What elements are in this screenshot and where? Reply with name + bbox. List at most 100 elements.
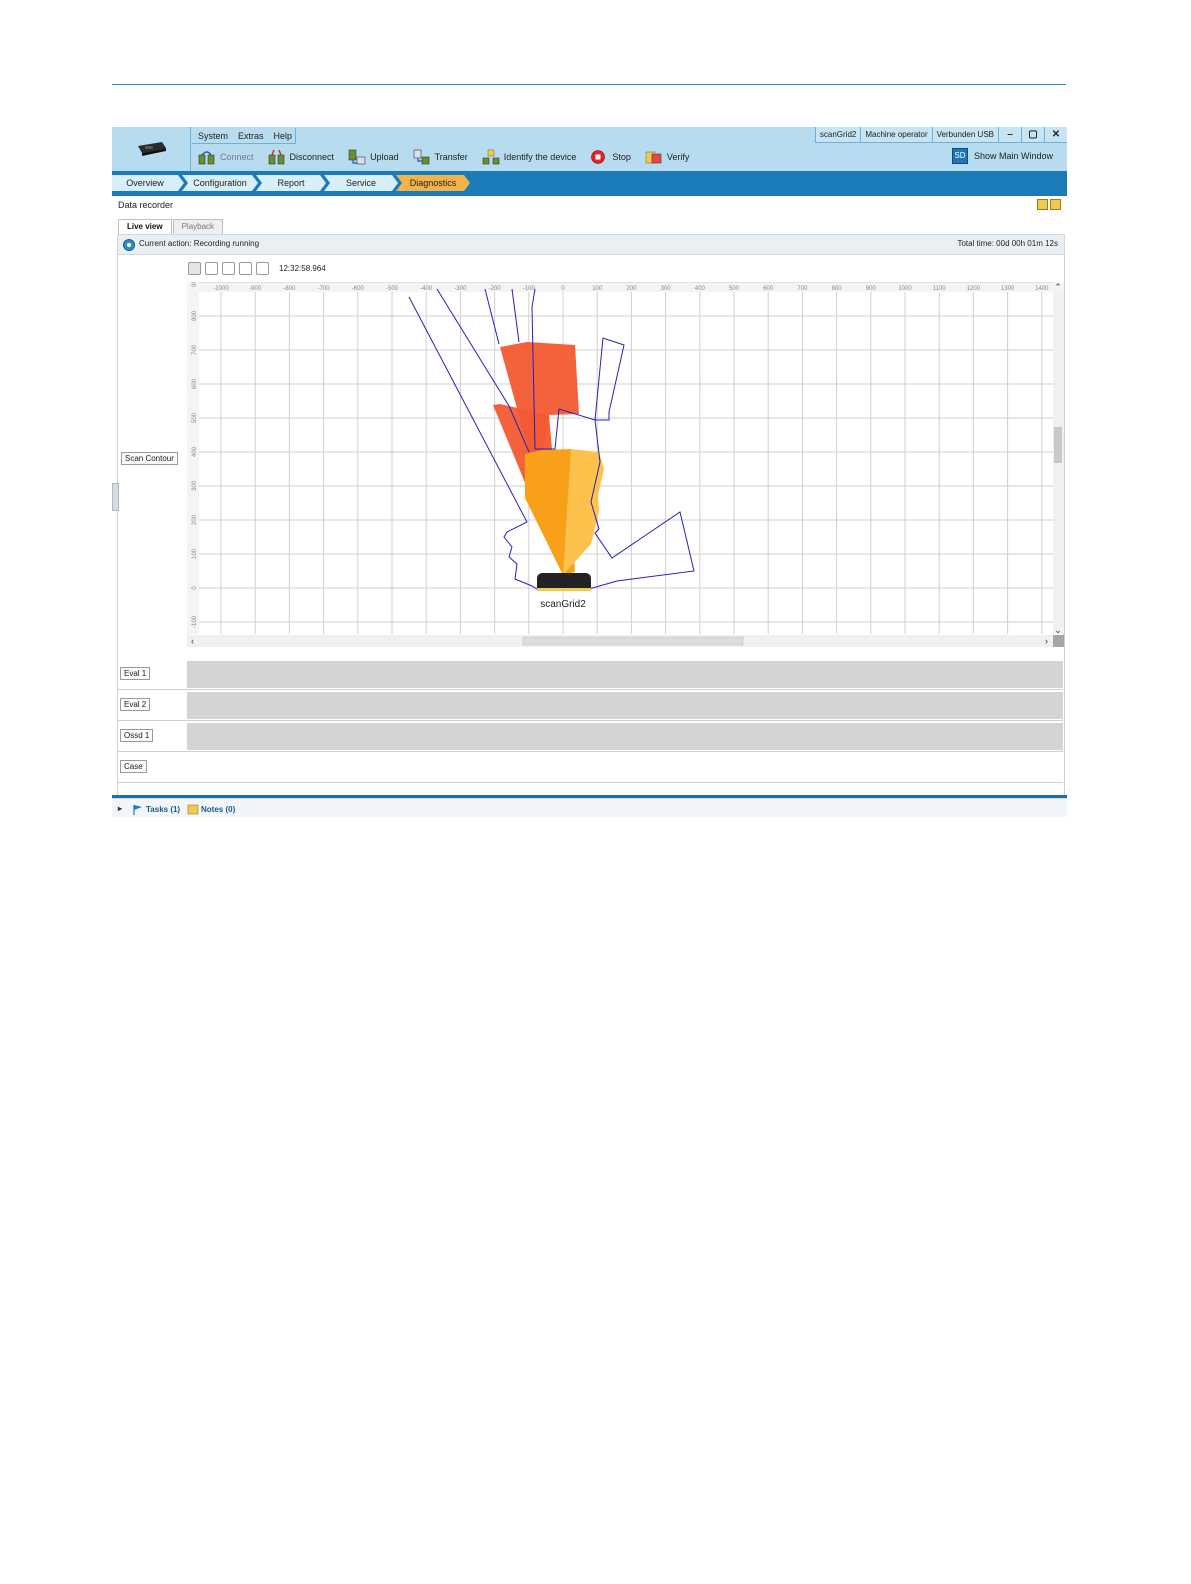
signal-track bbox=[187, 723, 1063, 750]
y-tick-label: -100 bbox=[192, 615, 198, 628]
zoom-reset-icon[interactable] bbox=[256, 262, 269, 275]
x-tick-label: 600 bbox=[763, 286, 774, 292]
x-tick-label: 800 bbox=[832, 286, 843, 292]
pan-hand-icon[interactable] bbox=[188, 262, 201, 275]
zoom-in-icon[interactable] bbox=[205, 262, 218, 275]
minimize-button[interactable]: – bbox=[998, 127, 1021, 143]
device-logo bbox=[112, 127, 191, 171]
nav-configuration[interactable]: Configuration bbox=[182, 175, 258, 191]
signal-rows: Eval 1 Eval 2 Ossd 1 Case bbox=[117, 659, 1063, 783]
scroll-up-icon[interactable]: ⌃ bbox=[1054, 282, 1062, 292]
connect-button[interactable]: Connect bbox=[198, 149, 254, 165]
x-tick-label: 400 bbox=[695, 286, 706, 292]
upload-icon bbox=[348, 149, 366, 165]
disconnect-button[interactable]: Disconnect bbox=[268, 149, 334, 165]
menu-help[interactable]: Help bbox=[274, 131, 293, 141]
horizontal-scroll-thumb[interactable] bbox=[522, 636, 744, 646]
scan-plot: -1000 -900 -800 -700 -600 -500 -400 -300 -200 -10… bbox=[186, 276, 1065, 648]
note-icon bbox=[187, 804, 199, 815]
x-tick-label: -800 bbox=[283, 286, 296, 292]
menu-extras[interactable]: Extras bbox=[238, 131, 264, 141]
nav-diagnostics[interactable]: Diagnostics bbox=[396, 175, 470, 191]
status-user-level[interactable]: Machine operator bbox=[860, 127, 932, 143]
x-tick-label: -200 bbox=[489, 286, 502, 292]
x-tick-label: 900 bbox=[866, 286, 877, 292]
transfer-button[interactable]: Transfer bbox=[413, 149, 468, 165]
scan-contour-button[interactable]: Scan Contour bbox=[121, 452, 178, 465]
status-strip: scanGrid2 Machine operator Verbunden USB… bbox=[814, 127, 1067, 143]
action-bar: Current action: Recording running Total … bbox=[117, 234, 1065, 255]
expand-icon[interactable]: ▸ bbox=[118, 804, 122, 813]
connect-label: Connect bbox=[220, 152, 254, 162]
x-tick-label: -1000 bbox=[213, 286, 229, 292]
disconnect-icon bbox=[268, 149, 286, 165]
eval1-button[interactable]: Eval 1 bbox=[120, 667, 151, 680]
x-tick-label: 1100 bbox=[933, 286, 947, 292]
app-header: System Extras Help scanGrid2 Machine ope… bbox=[112, 127, 1067, 171]
x-tick-label: 200 bbox=[626, 286, 637, 292]
current-action: Current action: Recording running bbox=[139, 239, 260, 248]
side-panel-handle[interactable] bbox=[112, 483, 119, 511]
x-tick-label: 300 bbox=[661, 286, 672, 292]
stop-label: Stop bbox=[612, 152, 631, 162]
scroll-down-icon[interactable]: ⌄ bbox=[1054, 625, 1062, 635]
x-tick-label: 1000 bbox=[898, 286, 912, 292]
y-tick-label: 600 bbox=[192, 378, 198, 389]
zoom-out-icon[interactable] bbox=[222, 262, 235, 275]
y-tick-label: 800 bbox=[192, 310, 198, 321]
signal-row-ossd1: Ossd 1 bbox=[117, 721, 1063, 752]
zoom-toolbar: 12:32:58.964 bbox=[188, 262, 326, 275]
tasks-button[interactable]: Tasks (1) bbox=[132, 804, 180, 815]
notes-icon[interactable] bbox=[1050, 199, 1061, 210]
case-button[interactable]: Case bbox=[120, 760, 147, 773]
show-main-window-button[interactable]: SD Show Main Window bbox=[951, 148, 1053, 164]
tasks-label: Tasks (1) bbox=[146, 805, 181, 814]
toolbar: Connect Disconnect Upload Transfer Ident… bbox=[198, 147, 703, 167]
x-tick-label: 100 bbox=[592, 286, 603, 292]
eval2-button[interactable]: Eval 2 bbox=[120, 698, 151, 711]
workflow-nav: Overview Configuration Report Service Di… bbox=[112, 171, 1067, 196]
tab-live-view[interactable]: Live view bbox=[118, 219, 172, 234]
transfer-label: Transfer bbox=[434, 152, 468, 162]
ossd1-button[interactable]: Ossd 1 bbox=[120, 729, 154, 742]
recording-timestamp: 12:32:58.964 bbox=[279, 264, 326, 273]
close-button[interactable]: ✕ bbox=[1044, 127, 1067, 143]
scan-plot-svg: -1000 -900 -800 -700 -600 -500 -400 -300 -200 -10… bbox=[186, 276, 1065, 648]
menu-system[interactable]: System bbox=[198, 131, 228, 141]
upload-label: Upload bbox=[370, 152, 399, 162]
show-main-window-label: Show Main Window bbox=[973, 151, 1053, 161]
upload-button[interactable]: Upload bbox=[348, 149, 399, 165]
maximize-button[interactable]: ▢ bbox=[1021, 127, 1044, 143]
signal-row-eval2: Eval 2 bbox=[117, 690, 1063, 721]
total-time: Total time: 00d 00h 01m 12s bbox=[957, 239, 1058, 248]
identify-device-button[interactable]: Identify the device bbox=[482, 149, 576, 165]
signal-row-eval1: Eval 1 bbox=[117, 659, 1063, 690]
verify-button[interactable]: Verify bbox=[645, 149, 689, 165]
app-window: System Extras Help scanGrid2 Machine ope… bbox=[112, 127, 1067, 817]
y-tick-label: 100 bbox=[192, 548, 198, 559]
recording-icon bbox=[123, 239, 135, 251]
notes-button[interactable]: Notes (0) bbox=[187, 804, 235, 815]
stop-button[interactable]: Stop bbox=[590, 149, 631, 165]
x-tick-label: 1200 bbox=[967, 286, 981, 292]
page-top-rule bbox=[112, 84, 1066, 85]
scroll-left-icon[interactable]: ‹ bbox=[191, 636, 194, 646]
transfer-icon bbox=[413, 149, 431, 165]
device-label: scanGrid2 bbox=[540, 599, 586, 610]
signal-row-case: Case bbox=[117, 752, 1063, 783]
nav-overview[interactable]: Overview bbox=[112, 175, 184, 191]
signal-track bbox=[187, 661, 1063, 688]
sd-app-icon: SD bbox=[951, 148, 968, 164]
recorder-tabs: Live view Playback bbox=[118, 219, 224, 234]
tab-playback[interactable]: Playback bbox=[172, 219, 224, 234]
nav-service[interactable]: Service bbox=[324, 175, 398, 191]
vertical-scroll-thumb[interactable] bbox=[1054, 427, 1062, 463]
zoom-fit-icon[interactable] bbox=[239, 262, 252, 275]
x-tick-label: 500 bbox=[729, 286, 740, 292]
y-tick-label: 400 bbox=[192, 446, 198, 457]
export-icon[interactable] bbox=[1037, 199, 1048, 210]
scroll-right-icon[interactable]: › bbox=[1045, 636, 1048, 646]
nav-report[interactable]: Report bbox=[256, 175, 326, 191]
y-tick-label: 200 bbox=[192, 514, 198, 525]
menu-bar: System Extras Help bbox=[192, 128, 296, 144]
